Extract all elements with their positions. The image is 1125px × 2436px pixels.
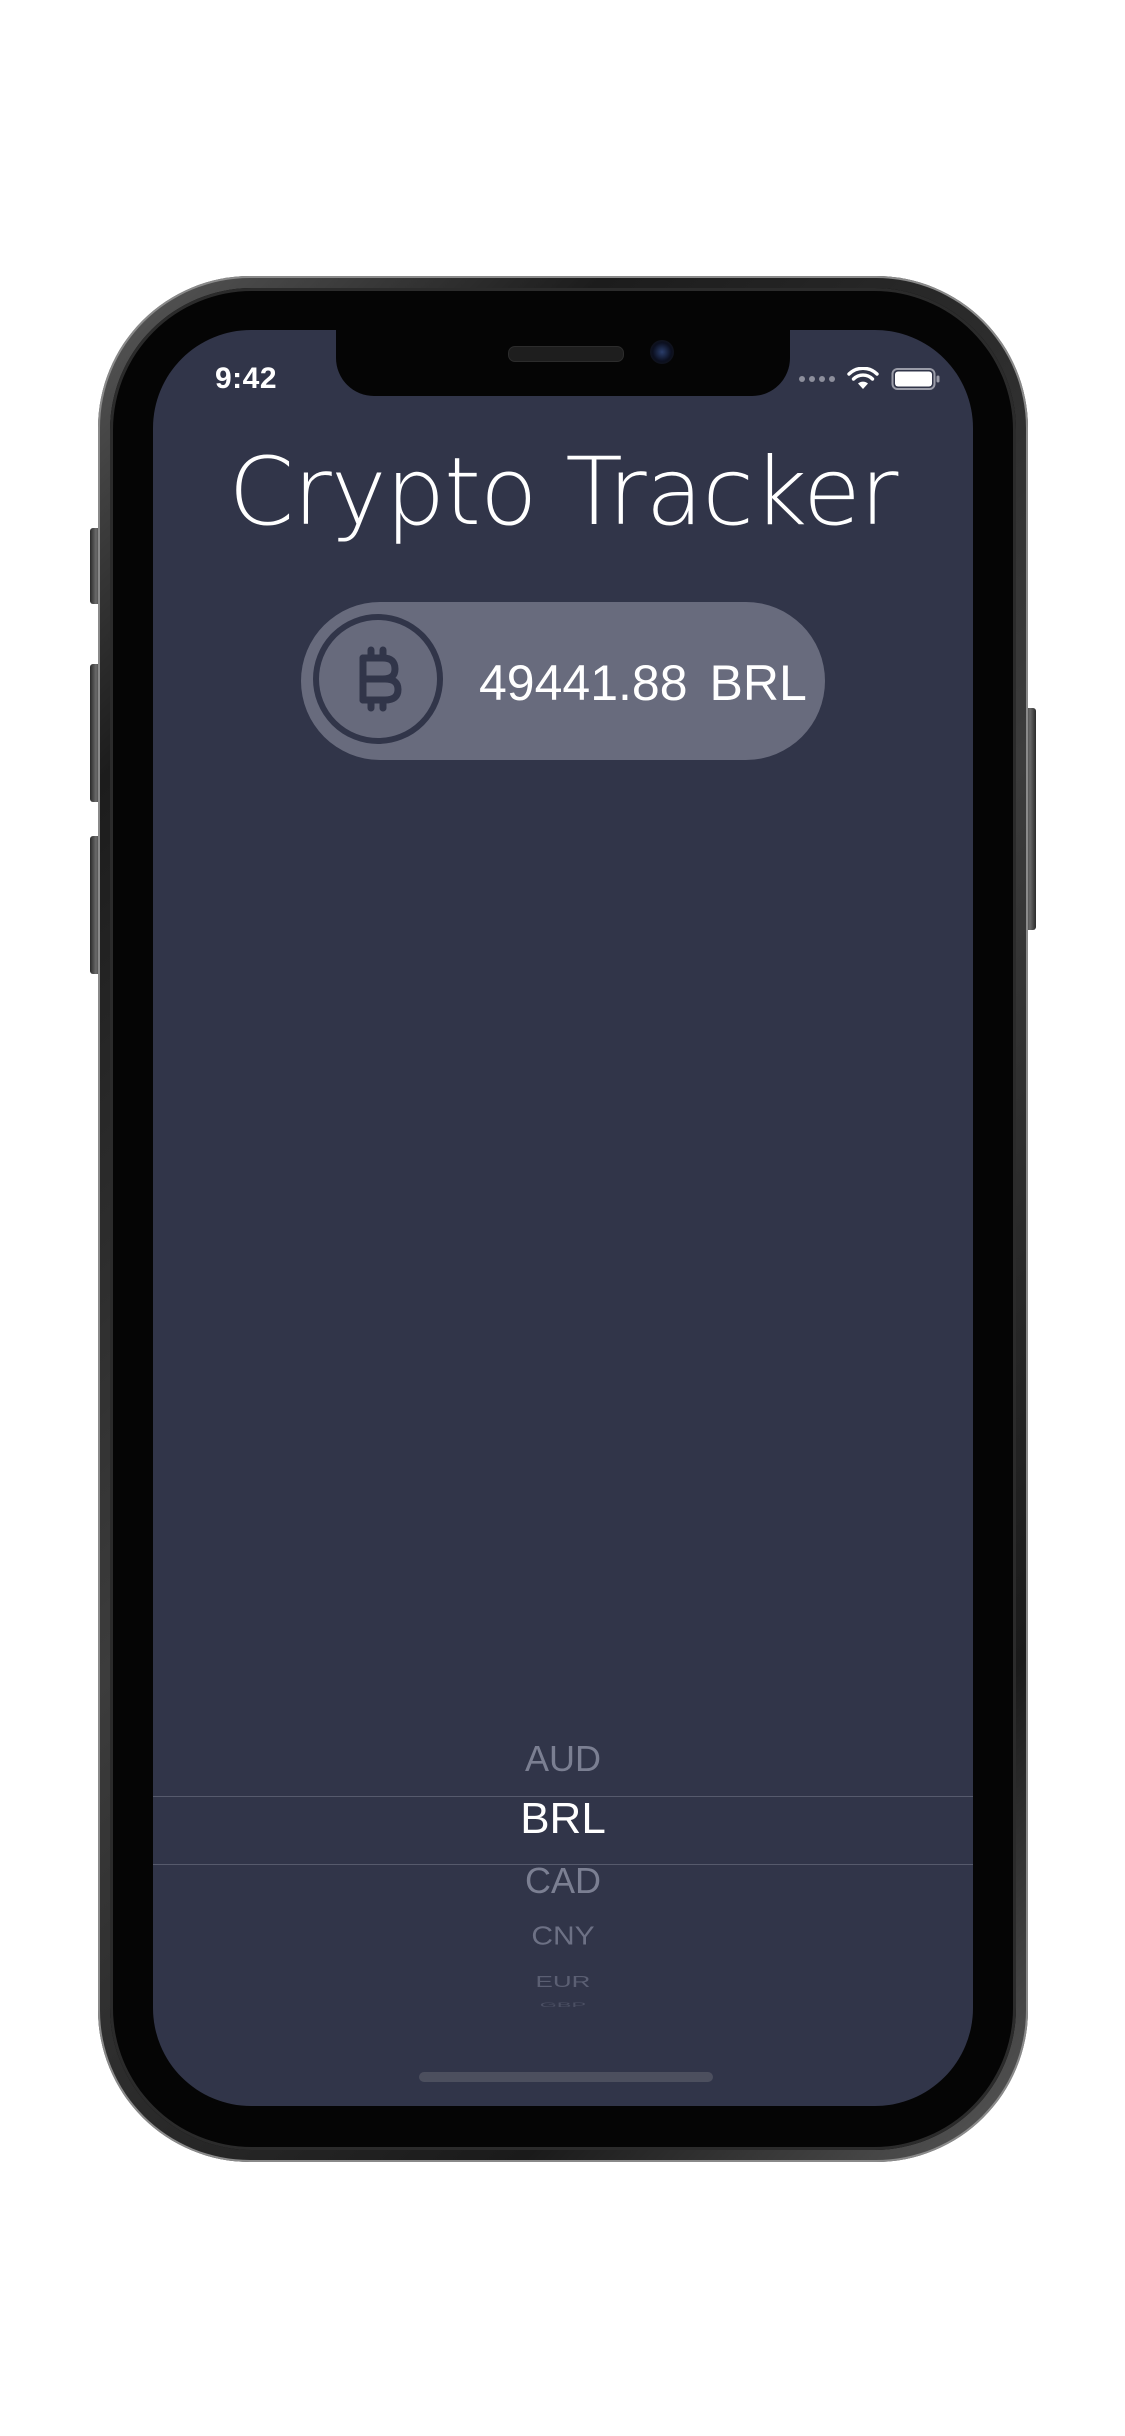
device-stage: 9:42 Crypto Tracker 49441.88 BRL AUD BRL… (0, 0, 1125, 2436)
price-currency: BRL (709, 655, 807, 711)
home-indicator[interactable] (419, 2072, 713, 2082)
picker-option[interactable]: CNY (153, 1923, 973, 1952)
wifi-icon (847, 367, 879, 391)
battery-icon (891, 367, 941, 391)
app-title: Crypto Tracker (228, 438, 899, 547)
bitcoin-icon (313, 614, 443, 744)
earpiece-speaker (508, 346, 624, 362)
signal-icon (799, 376, 835, 382)
picker-option[interactable]: AUD (153, 1738, 973, 1780)
notch (336, 330, 790, 396)
status-icons (799, 364, 941, 394)
front-camera-icon (650, 340, 674, 364)
price-display: 49441.88 BRL (479, 654, 807, 712)
picker-option[interactable]: CAD (153, 1860, 973, 1902)
app-screen: 9:42 Crypto Tracker 49441.88 BRL AUD BRL… (153, 330, 973, 2106)
picker-option-selected[interactable]: BRL (153, 1794, 973, 1844)
price-value: 49441.88 (479, 655, 688, 711)
currency-picker[interactable]: AUD BRL CAD CNY EUR GBP (153, 1730, 973, 2030)
status-time: 9:42 (215, 362, 278, 395)
price-card: 49441.88 BRL (301, 602, 825, 760)
picker-option[interactable]: EUR (153, 1972, 973, 1991)
picker-option[interactable]: GBP (153, 2001, 973, 2009)
